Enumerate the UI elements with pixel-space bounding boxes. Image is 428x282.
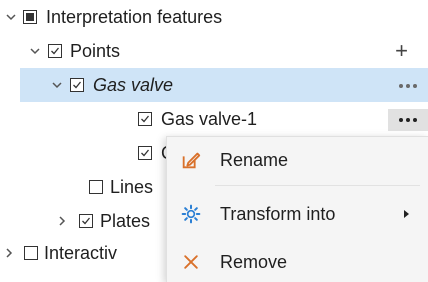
tree-item-label: Lines (110, 177, 154, 197)
rename-icon (179, 148, 203, 172)
tree-panel: Interpretation features Points + Gas val… (0, 0, 428, 282)
chevron-right-icon[interactable] (2, 236, 16, 270)
chevron-right-icon[interactable] (55, 204, 69, 238)
menu-item-label: Transform into (220, 204, 336, 224)
submenu-arrow-icon (404, 210, 409, 218)
menu-item-label: Remove (220, 252, 288, 272)
menu-item-transform-into[interactable]: Transform into (167, 191, 428, 237)
chevron-down-icon[interactable] (4, 0, 18, 34)
context-menu: Rename Transform into Remove (166, 136, 428, 282)
menu-separator (215, 185, 420, 186)
checkbox-unchecked[interactable] (24, 246, 38, 260)
tree-item-label: Gas valve-1 (161, 109, 258, 129)
tree-item-label: Interactiv (44, 243, 118, 263)
checkbox-checked[interactable] (70, 78, 84, 92)
chevron-down-icon[interactable] (28, 34, 42, 68)
tree-item-gas-valve-1[interactable]: Gas valve-1 (0, 102, 428, 136)
checkbox-indeterminate[interactable] (23, 10, 37, 24)
checkbox-checked[interactable] (138, 146, 152, 160)
tree-item-gas-valve[interactable]: Gas valve (20, 68, 428, 102)
more-options-icon[interactable] (388, 75, 428, 97)
checkbox-checked[interactable] (48, 44, 62, 58)
menu-item-rename[interactable]: Rename (167, 137, 428, 183)
checkbox-checked[interactable] (138, 112, 152, 126)
tree-item-label: Gas valve (93, 75, 174, 95)
tree-item-label: Plates (100, 211, 151, 231)
add-button[interactable]: + (395, 34, 408, 68)
menu-item-label: Rename (220, 150, 289, 170)
tree-item-interpretation-features[interactable]: Interpretation features (0, 0, 428, 34)
more-options-icon[interactable] (388, 109, 428, 131)
chevron-down-icon[interactable] (50, 68, 64, 102)
menu-item-remove[interactable]: Remove (167, 239, 428, 282)
tree-item-points[interactable]: Points + (0, 34, 428, 68)
close-icon (179, 250, 203, 274)
tree-item-label: Interpretation features (46, 7, 223, 27)
checkbox-unchecked[interactable] (89, 180, 103, 194)
tree-item-label: Points (70, 41, 121, 61)
checkbox-checked[interactable] (79, 214, 93, 228)
transform-icon (179, 202, 203, 226)
